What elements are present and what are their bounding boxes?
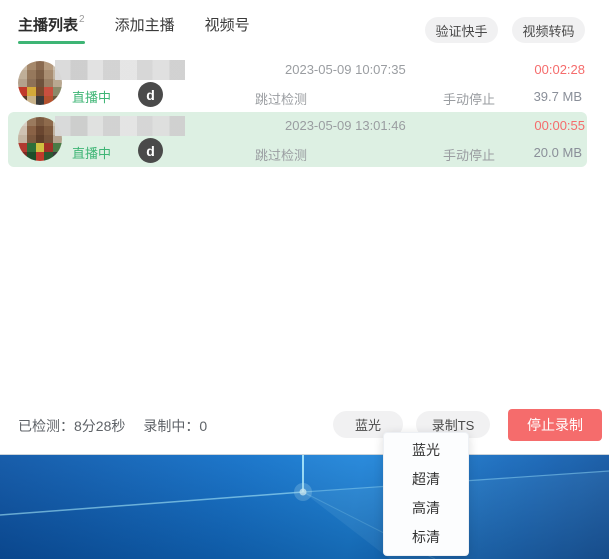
streamer-row[interactable]: 直播中 d 2023-05-09 10:07:35 00:02:28 跳过检测 … [8, 56, 587, 111]
tab-bar: 主播列表2 添加主播 视频号 [18, 14, 250, 44]
tab-count-badge: 2 [79, 14, 85, 25]
streamer-row-selected[interactable]: 直播中 d 2023-05-09 13:01:46 00:00:55 跳过检测 … [8, 112, 587, 167]
censored-streamer-name [55, 116, 185, 136]
tab-add-streamer-label: 添加主播 [115, 17, 175, 34]
footer-status: 已检测：8分28秒 录制中：0 [18, 416, 207, 436]
platform-d-badge-icon: d [138, 138, 163, 163]
quality-dropdown-menu: 蓝光 超清 高清 标清 [383, 432, 469, 556]
tab-streamer-list[interactable]: 主播列表2 [18, 14, 85, 44]
live-status-label: 直播中 [72, 87, 111, 106]
dropdown-item-standard[interactable]: 标清 [384, 523, 468, 552]
tab-add-streamer[interactable]: 添加主播 [115, 14, 175, 44]
skip-detect-label: 跳过检测 [255, 145, 307, 164]
manual-stop-label: 手动停止 [443, 145, 495, 164]
dropdown-item-ultra[interactable]: 超清 [384, 465, 468, 494]
tab-video-account[interactable]: 视频号 [205, 14, 250, 44]
record-start-time: 2023-05-09 10:07:35 [285, 62, 406, 77]
live-status-label: 直播中 [72, 143, 111, 162]
file-size: 20.0 MB [534, 145, 582, 160]
detected-time-label: 已检测：8分28秒 [18, 416, 125, 436]
recorder-window: 主播列表2 添加主播 视频号 验证快手 视频转码 直播中 d 2023-05-0… [0, 0, 609, 455]
manual-stop-label: 手动停止 [443, 89, 495, 108]
windows-logo-light-beams-icon [0, 455, 609, 559]
dropdown-item-bluray[interactable]: 蓝光 [384, 436, 468, 465]
record-duration: 00:02:28 [534, 62, 585, 77]
file-size: 39.7 MB [534, 89, 582, 104]
dropdown-item-high[interactable]: 高清 [384, 494, 468, 523]
recording-count-label: 录制中：0 [143, 416, 207, 436]
verify-kuaishou-button[interactable]: 验证快手 [425, 17, 498, 43]
platform-d-badge-icon: d [138, 82, 163, 107]
tab-video-account-label: 视频号 [205, 17, 250, 34]
footer-bar: 已检测：8分28秒 录制中：0 蓝光 录制TS 停止录制 [0, 405, 609, 447]
windows-desktop-wallpaper [0, 455, 609, 559]
stop-record-button[interactable]: 停止录制 [508, 409, 602, 441]
app-screen: 主播列表2 添加主播 视频号 验证快手 视频转码 直播中 d 2023-05-0… [0, 0, 609, 559]
skip-detect-label: 跳过检测 [255, 89, 307, 108]
record-start-time: 2023-05-09 13:01:46 [285, 118, 406, 133]
video-transcode-button[interactable]: 视频转码 [512, 17, 585, 43]
tab-streamer-list-label: 主播列表 [18, 17, 78, 34]
record-duration: 00:00:55 [534, 118, 585, 133]
censored-streamer-name [55, 60, 185, 80]
